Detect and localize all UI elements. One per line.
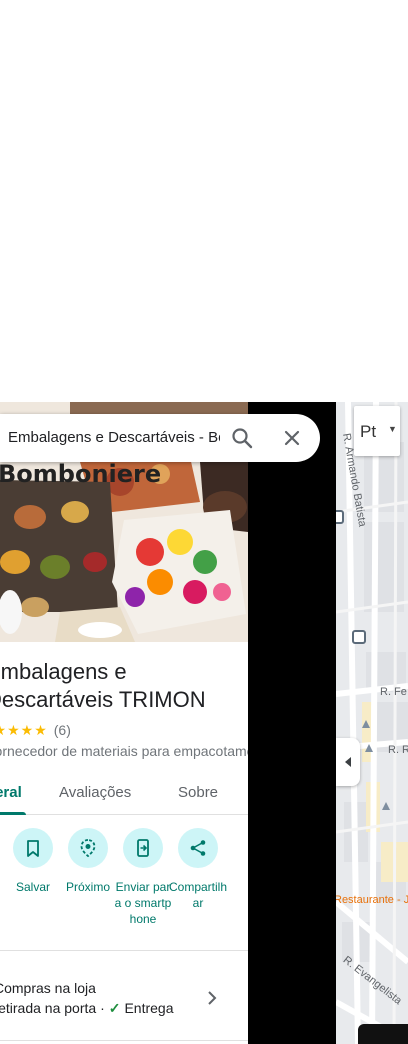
bookmark-icon: [27, 840, 39, 857]
place-title: Embalagens e Descartáveis TRIMON: [0, 659, 206, 712]
service-options-row[interactable]: Compras na loja Retirada na porta ·✓Entr…: [0, 976, 248, 1032]
language-label: Pt: [360, 422, 377, 441]
search-box: Embalagens e Descartáveis - Bom: [0, 414, 320, 462]
blank-top-area: [0, 0, 408, 402]
nearby-circle: [68, 828, 108, 868]
section-divider-2: [0, 1040, 248, 1041]
map-bottom-tab[interactable]: [358, 1024, 408, 1044]
send-to-phone-button[interactable]: Enviar para o smartphone: [113, 828, 173, 927]
caret-down-icon: ▼: [388, 424, 397, 434]
tab-overview[interactable]: Visão geral: [0, 784, 22, 801]
tab-overview-label: Visão geral: [0, 784, 22, 801]
search-icon[interactable]: [230, 426, 254, 450]
save-label: Salvar: [15, 880, 50, 894]
send-to-phone-label: Enviar para o smartphone: [114, 880, 172, 926]
language-button[interactable]: Pt ▼: [354, 406, 400, 456]
black-overlay-area: [248, 402, 336, 1044]
tab-reviews-label: Avaliações: [59, 784, 132, 801]
service-line-2: Retirada na porta ·✓Entrega: [0, 1000, 174, 1017]
check-icon: ✓: [108, 1000, 121, 1016]
action-bar: Salvar Próximo Enviar para o smartphone: [0, 828, 248, 948]
nearby-button[interactable]: Próximo: [58, 828, 118, 895]
share-label: Compartilhar: [168, 880, 228, 910]
poi-label-restaurante[interactable]: Restaurante - João Mo: [336, 894, 408, 907]
save-button[interactable]: Salvar: [3, 828, 63, 895]
tab-about[interactable]: Sobre: [178, 784, 218, 801]
review-count[interactable]: (6): [54, 722, 71, 738]
map-roads: [336, 402, 408, 1044]
collapse-panel-button[interactable]: [336, 738, 360, 786]
share-button[interactable]: Compartilhar: [168, 828, 228, 911]
tab-about-label: Sobre: [178, 784, 219, 801]
service-delivery: Entrega: [124, 1000, 174, 1016]
search-input[interactable]: Embalagens e Descartáveis - Bom: [8, 429, 220, 446]
tab-reviews[interactable]: Avaliações: [59, 784, 131, 801]
tab-active-indicator: [0, 812, 26, 815]
rating-row[interactable]: ★★★★★ (6): [0, 722, 71, 739]
rating-stars: ★★★★★: [0, 722, 48, 738]
bus-stop-icon-2[interactable]: [336, 510, 344, 524]
nearby-label: Próximo: [65, 880, 110, 894]
street-label-r-r: R. R: [388, 744, 408, 756]
chevron-right-icon: [208, 991, 217, 1005]
service-pickup: Retirada na porta ·: [0, 1000, 105, 1016]
nearby-icon: [80, 839, 96, 858]
save-circle: [13, 828, 53, 868]
section-divider: [0, 950, 248, 951]
send-to-phone-icon: [137, 839, 149, 857]
street-label-r-fe: R. Fe: [380, 686, 407, 698]
place-tabs: Visão geral Avaliações Sobre: [0, 776, 248, 815]
send-to-phone-circle: [123, 828, 163, 868]
share-icon: [190, 840, 206, 856]
bus-stop-icon[interactable]: [352, 630, 366, 644]
caret-left-icon: [345, 757, 351, 767]
share-circle: [178, 828, 218, 868]
hero-brand-text: Bomboniere: [0, 460, 162, 488]
place-panel: Bomboniere Embalagens e Descartáveis TRI…: [0, 402, 248, 1044]
close-icon[interactable]: [280, 426, 304, 450]
service-line-1: Compras na loja: [0, 980, 96, 996]
place-category[interactable]: Fornecedor de materiais para empacotamen…: [0, 743, 248, 759]
map-canvas[interactable]: R. Armando Batista R. Fe R. R R. Evangel…: [336, 402, 408, 1044]
